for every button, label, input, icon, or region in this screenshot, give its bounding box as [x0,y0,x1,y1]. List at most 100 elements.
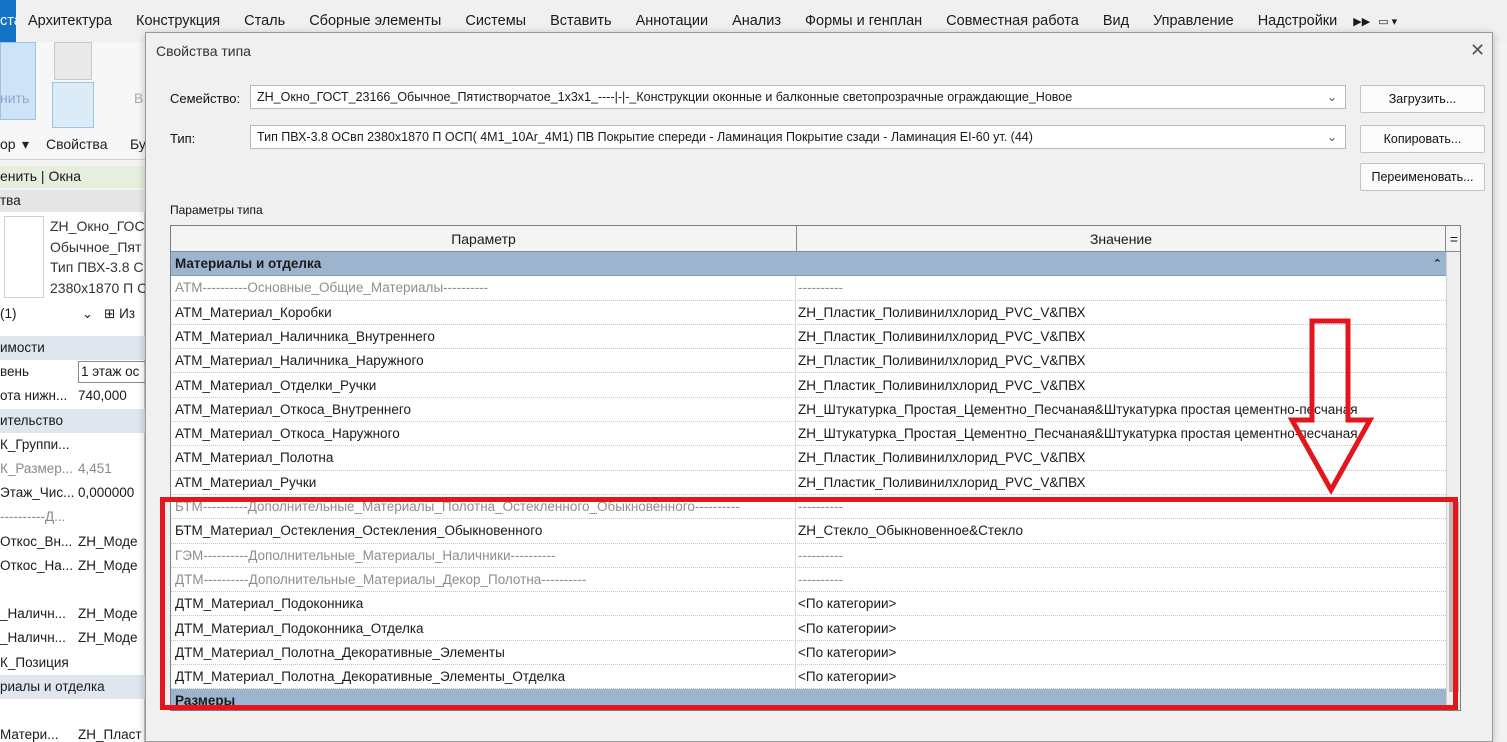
value-cell[interactable]: ---------- [798,544,1442,568]
type-select[interactable]: Тип ПВХ-3.8 ОСвп 2380x1870 П ОСП( 4М1_10… [250,125,1346,149]
value-cell[interactable]: ZH_Пластик_Поливинилхлорид_PVC_V&ПВХ [798,471,1442,495]
value-cell[interactable]: <По категории> [798,592,1442,616]
table-row[interactable]: АТМ----------Основные_Общие_Материалы---… [171,276,1446,301]
ribbon-tab-8[interactable]: Формы и генплан [793,13,934,29]
ribbon-tab-10[interactable]: Вид [1091,13,1141,29]
value-cell[interactable]: ---------- [798,276,1442,300]
parameter-cell: ДТМ_Материал_Полотна_Декоративные_Элемен… [175,669,566,685]
value-cell[interactable]: ZH_Пластик_Поливинилхлорид_PVC_V&ПВХ [798,374,1442,398]
property-row[interactable]: К_Позиция [0,651,145,675]
value-cell[interactable]: ZH_Пластик_Поливинилхлорид_PVC_V&ПВХ [798,446,1442,470]
copy-button[interactable]: Копировать... [1360,125,1485,153]
selector-label: ор [0,136,16,152]
value-cell[interactable]: ZH_Штукатурка_Простая_Цементно_Песчаная&… [798,398,1442,422]
property-row[interactable]: К_Группи... [0,433,145,457]
value-cell[interactable]: <По категории> [798,617,1442,641]
table-scrollbar[interactable] [1446,252,1460,710]
value-cell[interactable]: ---------- [798,495,1442,519]
property-row[interactable]: риалы и отделка [0,674,145,699]
property-row[interactable]: Откос_Вн... ZH_Моде [0,530,145,554]
table-row[interactable]: АТМ_Материал_Отделки_Ручки ZH_Пластик_Пол… [171,373,1446,398]
table-group-header[interactable]: Размеры [171,689,1446,710]
family-select[interactable]: ZH_Окно_ГОСТ_23166_Обычное_Пятистворчато… [250,85,1346,109]
property-row[interactable] [0,578,145,602]
property-row[interactable]: имости [0,336,145,360]
properties-icon[interactable] [52,82,94,128]
ribbon-tab-3[interactable]: Сборные элементы [297,13,453,29]
value-cell[interactable]: ZH_Пластик_Поливинилхлорид_PVC_V&ПВХ [798,301,1442,325]
table-row[interactable]: АТМ_Материал_Коробки ZH_Пластик_Поливинил… [171,300,1446,325]
value-cell[interactable]: ZH_Пластик_Поливинилхлорид_PVC_V&ПВХ [798,349,1442,373]
ribbon-tab-4[interactable]: Системы [453,13,538,29]
ribbon-label-bu: Бу [130,136,146,152]
value-cell[interactable]: <По категории> [798,665,1442,689]
ribbon-tab-active[interactable]: ста [0,0,16,42]
table-row[interactable]: АТМ_Материал_Откоса_Внутреннего ZH_Штукат… [171,397,1446,423]
table-row[interactable]: АТМ_Материал_Полотна ZH_Пластик_Поливинил… [171,446,1446,471]
grid-icon[interactable] [54,42,92,80]
table-row[interactable]: ДТМ----------Дополнительные_Материалы_Де… [171,567,1446,593]
parameter-cell: Размеры [175,693,236,709]
ribbon-tab-1[interactable]: Конструкция [124,13,232,29]
property-row[interactable]: Матери... ZH_Пласт [0,723,145,742]
type-selector[interactable]: ZH_Окно_ГОС Обычное_Пят Тип ПВХ-3.8 С 2380x… [50,216,145,298]
table-row[interactable]: ДТМ_Материал_Подоконника <По категории> [171,592,1446,617]
ribbon-tab-12[interactable]: Надстройки [1246,13,1350,29]
table-row[interactable]: ДТМ_Материал_Полотна_Декоративные_Элемен… [171,640,1446,666]
ribbon-tab-7[interactable]: Анализ [720,13,793,29]
collapse-chevron-icon[interactable]: ⌃ [1433,252,1442,276]
double-chevron-right-icon[interactable]: ▶▶ [1349,15,1374,28]
value-cell[interactable]: <По категории> [798,641,1442,665]
column-header-parameter[interactable]: Параметр [171,226,797,252]
table-row[interactable]: БТМ----------Дополнительные_Материалы_По… [171,495,1446,520]
ribbon-tab-2[interactable]: Сталь [232,13,297,29]
load-button[interactable]: Загрузить... [1360,85,1485,113]
table-row[interactable]: ГЭМ----------Дополнительные_Материалы_На… [171,543,1446,568]
property-row[interactable]: К_Размер... 4,451 [0,457,145,481]
right-panel-strip [1492,42,1507,742]
property-name: риалы и отделка [0,678,105,694]
chevron-down-icon[interactable]: ▾ [22,136,29,153]
column-divider [795,495,796,519]
property-row[interactable]: вень 1 этаж ос [0,360,145,384]
value-cell[interactable]: ZH_Штукатурка_Простая_Цементно_Песчаная&… [798,422,1442,446]
column-header-value[interactable]: Значение [797,226,1446,252]
property-row[interactable]: Откос_На... ZH_Моде [0,554,145,578]
parameter-cell: Материалы и отделка [175,256,322,271]
dropdown-toggle-icon[interactable]: ▭ ▾ [1374,15,1401,28]
value-cell[interactable]: ZH_Пластик_Поливинилхлорид_PVC_V&ПВХ [798,325,1442,349]
ribbon-tab-6[interactable]: Аннотации [624,13,720,29]
level-input[interactable]: 1 этаж ос [78,361,145,384]
ribbon-tab-5[interactable]: Вставить [538,13,623,29]
table-row[interactable]: АТМ_Материал_Наличника_Внутреннего ZH_Пла… [171,324,1446,350]
ribbon-tab-9[interactable]: Совместная работа [934,13,1091,29]
scrollbar-thumb[interactable] [1449,502,1459,692]
property-row[interactable]: _Наличн... ZH_Моде [0,626,145,650]
close-icon[interactable]: ✕ [1470,40,1485,61]
property-name: вень [0,364,30,380]
table-row[interactable]: ДТМ_Материал_Полотна_Декоративные_Элемен… [171,665,1446,690]
table-row[interactable]: АТМ_Материал_Ручки ZH_Пластик_Поливинилхл… [171,470,1446,495]
property-row[interactable]: Этаж_Чис... 0,000000 [0,481,145,505]
property-row[interactable]: ительство [0,408,145,433]
edit-type-button[interactable]: ⊞ Из [104,306,135,322]
value-cell[interactable]: ZH_Стекло_Обыкновенное&Стекло [798,519,1442,543]
ribbon-tab-11[interactable]: Управление [1141,13,1246,29]
property-value: 740,000 [78,388,127,404]
property-row[interactable]: ----------Д... [0,505,145,529]
table-row[interactable]: БТМ_Материал_Остекления_Остекления_Обыкн… [171,519,1446,544]
property-row[interactable]: ота нижн... 740,000 [0,384,145,408]
value-cell[interactable]: ---------- [798,568,1442,592]
property-row[interactable] [0,699,145,723]
ribbon-tab-0[interactable]: Архитектура [16,13,124,29]
column-header-eq[interactable]: = [1446,226,1460,252]
chevron-down-icon[interactable]: ⌄ [82,306,93,322]
apply-button[interactable] [0,42,36,120]
property-row[interactable]: _Наличн... ZH_Моде [0,602,145,626]
table-row[interactable]: ДТМ_Материал_Подоконника_Отделка <По кате… [171,616,1446,641]
table-row[interactable]: АТМ_Материал_Откоса_Наружного ZH_Штукатур… [171,422,1446,447]
selector-count[interactable]: (1) [0,306,17,321]
table-group-header[interactable]: Материалы и отделка ⌃ [171,252,1446,277]
table-row[interactable]: АТМ_Материал_Наличника_Наружного ZH_Пласт… [171,349,1446,374]
rename-button[interactable]: Переименовать... [1360,163,1485,191]
